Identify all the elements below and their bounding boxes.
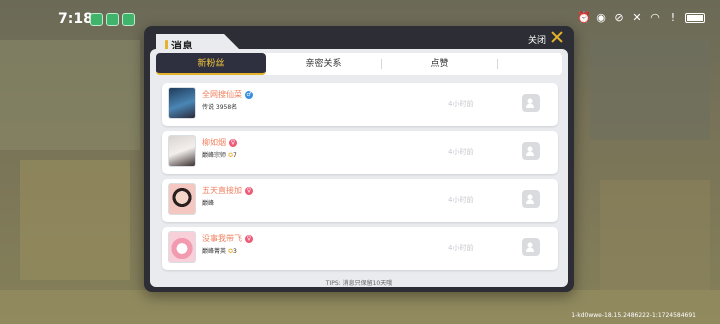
add-friend-button[interactable] <box>522 238 540 256</box>
dnd-icon: ⊘ <box>614 11 624 24</box>
add-friend-button[interactable] <box>522 190 540 208</box>
tab-likes[interactable]: 点赞 <box>382 53 497 75</box>
list-item[interactable]: 五天直接加 ♀ 巅峰 4小时前 <box>162 179 558 222</box>
notification-icon <box>106 13 119 26</box>
nickname: 没事我带飞 ♀ <box>202 234 253 243</box>
avatar[interactable] <box>168 87 196 119</box>
tips-text: TIPS: 消息只保留10天哦 <box>325 280 393 287</box>
add-user-icon <box>526 146 534 156</box>
tab-new-fans[interactable]: 新粉丝 <box>156 53 266 75</box>
alert-icon: ! <box>670 11 676 24</box>
nickname: 五天直接加 ♀ <box>202 186 253 195</box>
rank-text: 巅峰宗师 ✪7 <box>202 152 237 159</box>
time-ago: 4小时前 <box>448 196 474 204</box>
add-user-icon <box>526 194 534 204</box>
battery-icon <box>685 13 705 23</box>
message-dialog: 消息 关闭 新粉丝 亲密关系 点赞 全网搜仙菜 ♂ 传说 3958名 4小时前 柳… <box>144 26 574 292</box>
nickname: 全网搜仙菜 ♂ <box>202 90 253 99</box>
male-icon: ♂ <box>245 90 253 99</box>
rank-text: 巅峰菁英 ✪3 <box>202 248 237 255</box>
add-user-icon <box>526 98 534 108</box>
list-item[interactable]: 柳如烟 ♀ 巅峰宗师 ✪7 4小时前 <box>162 131 558 174</box>
close-label[interactable]: 关闭 <box>528 33 546 46</box>
status-time: 7:18 <box>58 11 93 27</box>
time-ago: 4小时前 <box>448 244 474 252</box>
mute-icon: ✕ <box>632 11 642 24</box>
eye-icon: ◉ <box>596 11 606 24</box>
watermark: 1-kd0wwe-18.15.2486222-1:1724584691 <box>571 312 696 319</box>
time-ago: 4小时前 <box>448 100 474 108</box>
nickname: 柳如烟 ♀ <box>202 138 237 147</box>
tab-intimate[interactable]: 亲密关系 <box>266 53 381 75</box>
tab-divider <box>497 59 498 69</box>
female-icon: ♀ <box>245 186 253 195</box>
add-friend-button[interactable] <box>522 94 540 112</box>
tab-bar: 新粉丝 亲密关系 点赞 <box>156 53 562 75</box>
rank-text: 传说 3958名 <box>202 104 238 111</box>
add-user-icon <box>526 242 534 252</box>
alarm-icon: ⏰ <box>577 11 591 24</box>
list-item[interactable]: 没事我带飞 ♀ 巅峰菁英 ✪3 4小时前 <box>162 227 558 270</box>
close-icon[interactable] <box>550 30 564 44</box>
list-item[interactable]: 全网搜仙菜 ♂ 传说 3958名 4小时前 <box>162 83 558 126</box>
avatar[interactable] <box>168 183 196 215</box>
rank-text: 巅峰 <box>202 200 215 207</box>
time-ago: 4小时前 <box>448 148 474 156</box>
wifi-icon: ◠ <box>650 11 660 24</box>
add-friend-button[interactable] <box>522 142 540 160</box>
notification-icon <box>122 13 135 26</box>
notification-icon <box>90 13 103 26</box>
female-icon: ♀ <box>229 138 237 147</box>
dialog-content: 新粉丝 亲密关系 点赞 全网搜仙菜 ♂ 传说 3958名 4小时前 柳如烟 ♀ 巅峰… <box>150 49 568 287</box>
avatar[interactable] <box>168 231 196 263</box>
avatar[interactable] <box>168 135 196 167</box>
female-icon: ♀ <box>245 234 253 243</box>
